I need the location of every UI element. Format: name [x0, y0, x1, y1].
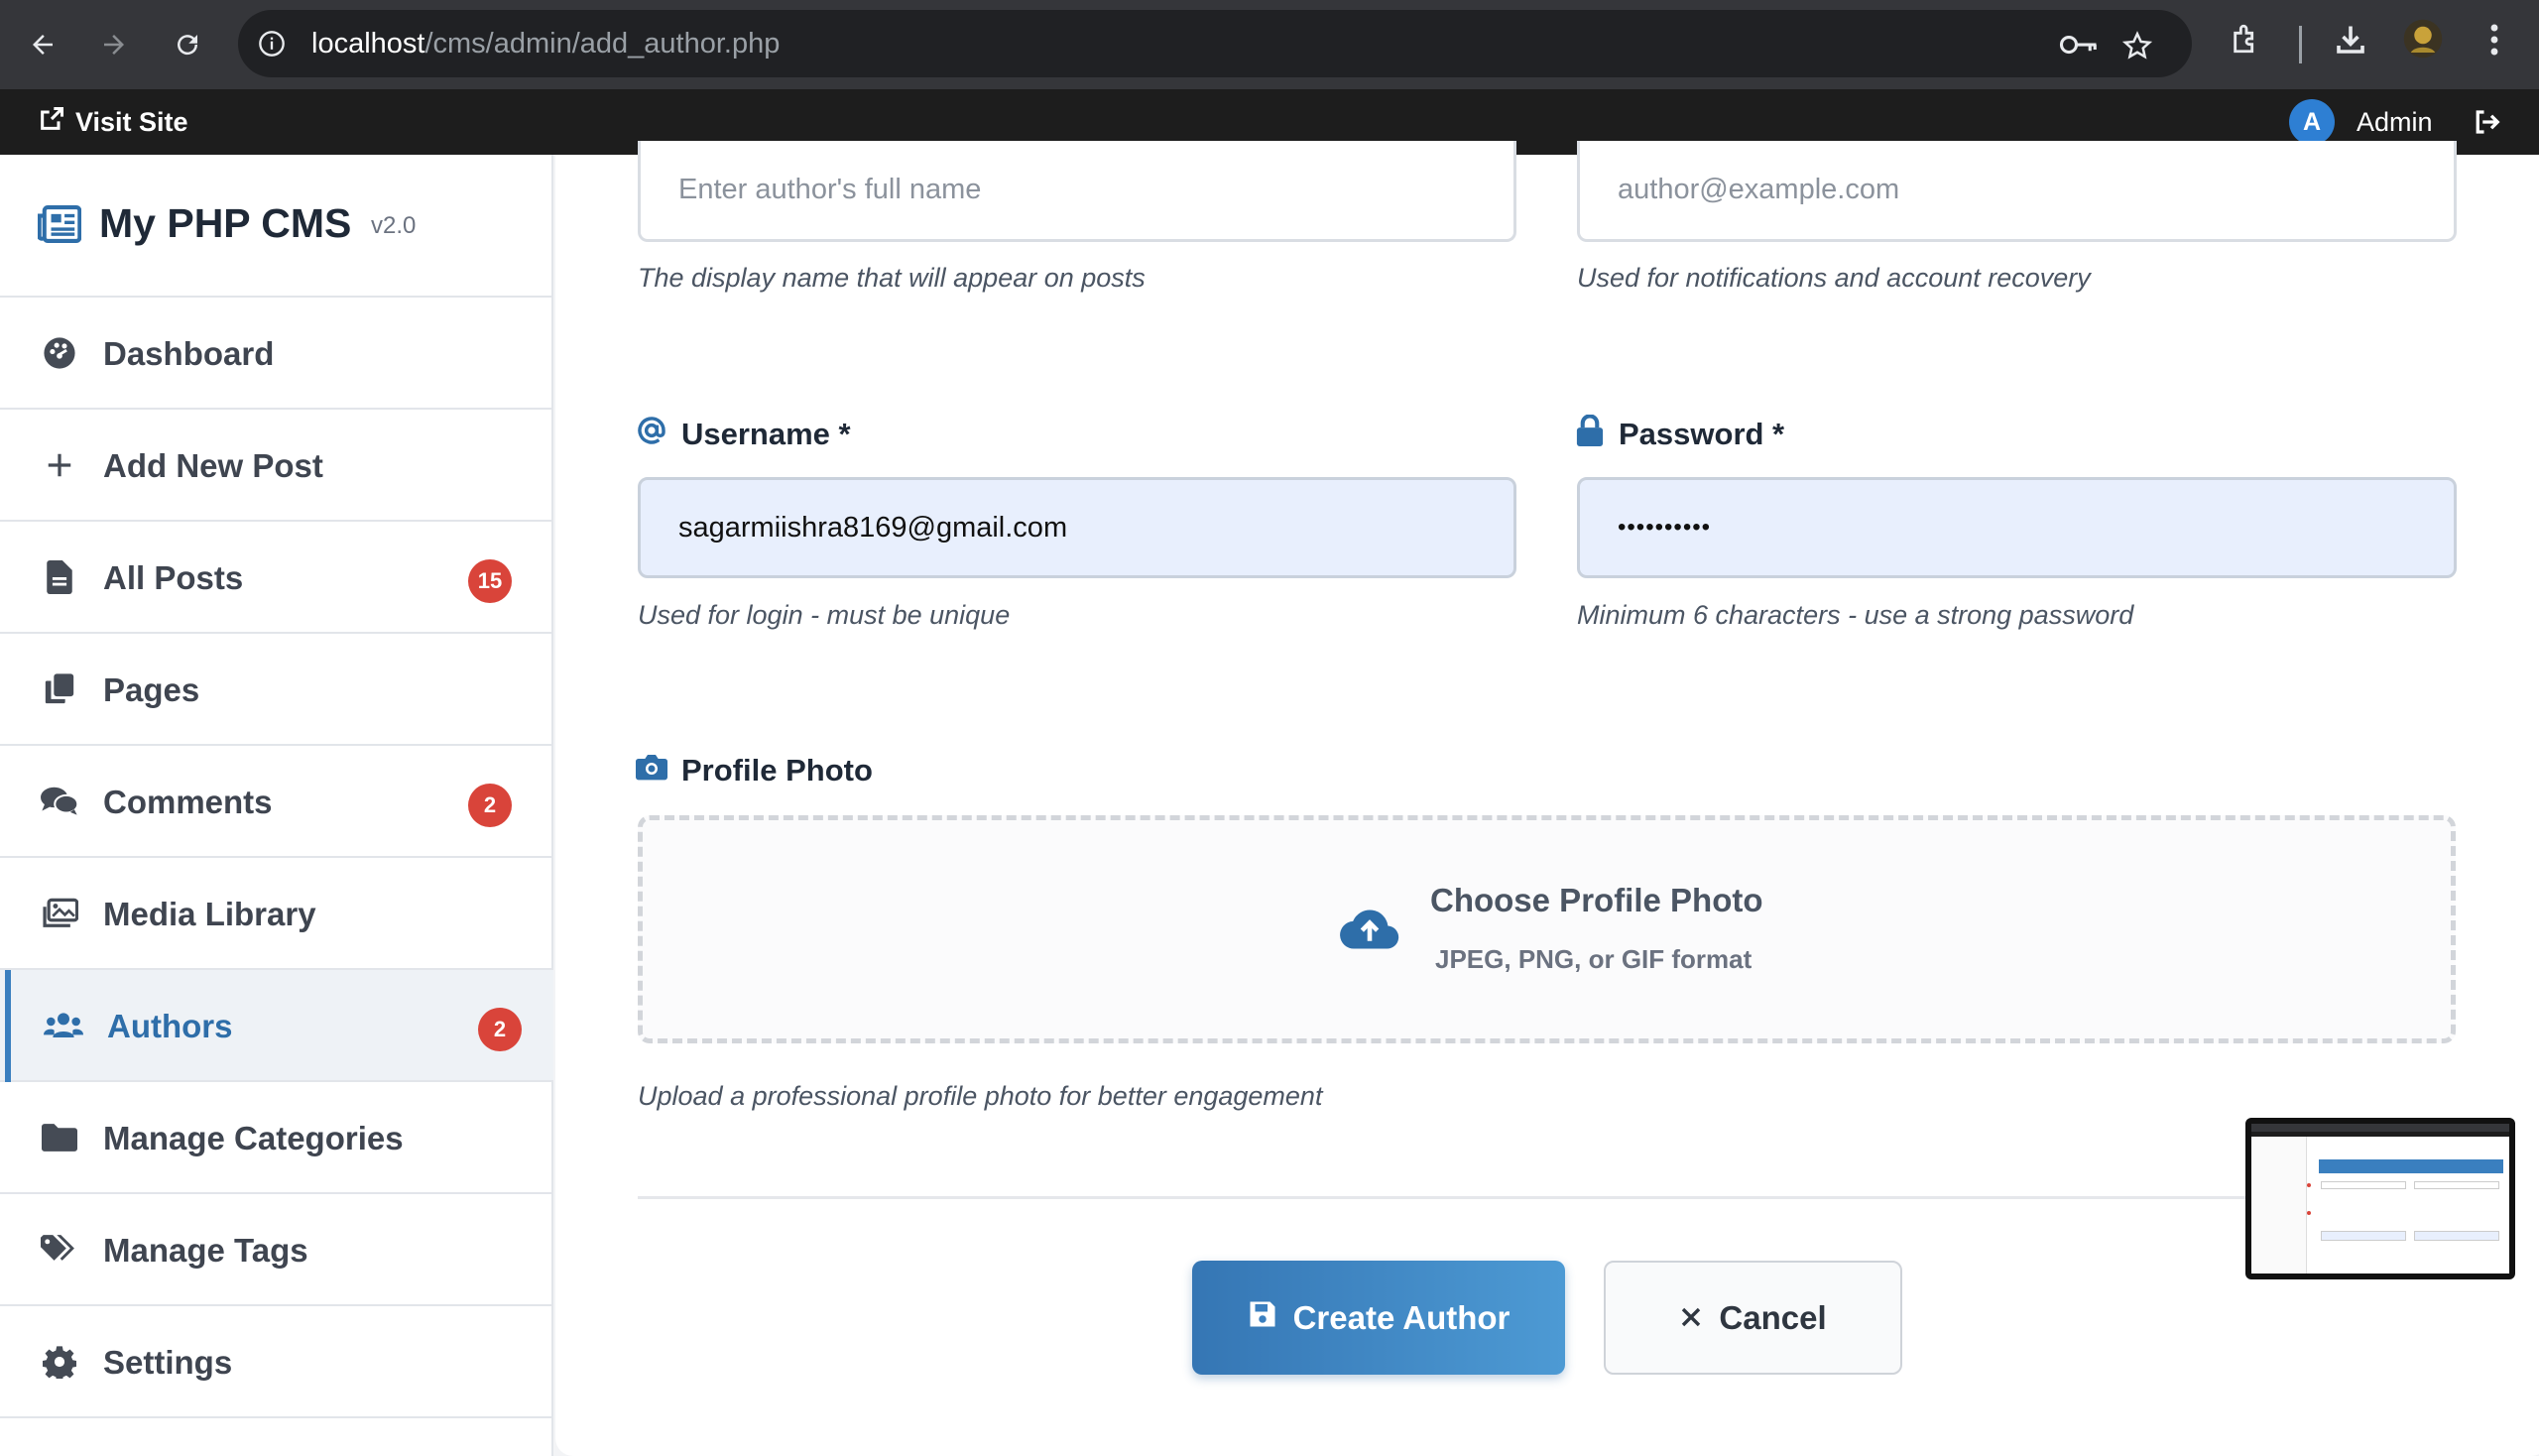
download-icon[interactable] [2333, 22, 2368, 62]
logout-icon[interactable] [2472, 107, 2501, 142]
username-help: Used for login - must be unique [638, 600, 1011, 630]
photo-help: Upload a professional profile photo for … [638, 1081, 1323, 1111]
full-name-field[interactable]: Enter author's full name [638, 141, 1516, 242]
close-icon [1679, 1299, 1703, 1337]
cancel-button[interactable]: Cancel [1604, 1261, 1902, 1375]
external-link-icon [38, 105, 65, 140]
extensions-icon[interactable] [2230, 22, 2263, 61]
kebab-menu-icon[interactable] [2483, 22, 2505, 62]
photo-dropzone[interactable] [638, 815, 2456, 1043]
save-icon [1248, 1299, 1277, 1337]
visit-site-label: Visit Site [75, 106, 188, 137]
reload-icon[interactable] [165, 22, 210, 67]
browser-toolbar: localhost/cms/admin/add_author.php [0, 0, 2539, 89]
url-text: localhost/cms/admin/add_author.php [311, 28, 781, 60]
username-field[interactable]: sagarmiishra8169@gmail.com [638, 477, 1516, 578]
camera-icon [636, 752, 667, 789]
choose-photo-title[interactable]: Choose Profile Photo [1430, 882, 1763, 919]
sidebar-item-authors[interactable]: Authors 2 [0, 970, 553, 1082]
folder-icon [40, 1118, 79, 1157]
sidebar-item-settings[interactable]: Settings [0, 1306, 553, 1418]
forward-arrow-icon[interactable] [91, 22, 137, 67]
photo-formats: JPEG, PNG, or GIF format [1435, 944, 1753, 974]
password-label: Password * [1575, 414, 1784, 454]
password-key-icon[interactable] [2059, 31, 2099, 63]
cloud-upload-icon [1339, 905, 1400, 955]
email-help: Used for notifications and account recov… [1577, 263, 2091, 293]
at-sign-icon [636, 415, 667, 454]
brand-name: My PHP CMS [99, 200, 352, 246]
sidebar-item-manage-categories[interactable]: Manage Categories [0, 1082, 553, 1194]
gear-icon [40, 1342, 79, 1382]
status-badge: 2 [468, 784, 512, 827]
screenshot-thumbnail[interactable] [2245, 1118, 2515, 1279]
back-arrow-icon[interactable] [20, 22, 65, 67]
tags-icon [40, 1230, 79, 1270]
sidebar-item-comments[interactable]: Comments 2 [0, 746, 553, 858]
profile-photo-label: Profile Photo [636, 752, 873, 789]
thumbnail-image [2251, 1124, 2509, 1274]
email-field[interactable]: author@example.com [1577, 141, 2457, 242]
username-label: Username * [636, 415, 851, 454]
palette-icon [40, 333, 79, 373]
sidebar: My PHP CMS v2.0 Dashboard Add New Post A… [0, 155, 553, 1456]
create-author-button[interactable]: Create Author [1192, 1261, 1565, 1375]
avatar[interactable]: A [2289, 99, 2335, 145]
file-icon [40, 557, 79, 597]
brand-version: v2.0 [371, 212, 417, 239]
password-field[interactable]: •••••••••• [1577, 477, 2457, 578]
sidebar-item-pages[interactable]: Pages [0, 634, 553, 746]
bookmark-star-icon[interactable] [2121, 31, 2153, 65]
status-badge: 15 [468, 559, 512, 603]
sidebar-item-add-new-post[interactable]: Add New Post [0, 410, 553, 522]
site-info-icon[interactable] [258, 30, 286, 62]
visit-site-link[interactable]: Visit Site [38, 89, 188, 155]
copy-icon [40, 669, 79, 709]
form-divider [638, 1196, 2443, 1199]
lock-icon [1575, 414, 1605, 454]
full-name-help: The display name that will appear on pos… [638, 263, 1146, 293]
brand[interactable]: My PHP CMS v2.0 [0, 155, 553, 298]
status-badge: 2 [478, 1008, 522, 1051]
sidebar-item-manage-tags[interactable]: Manage Tags [0, 1194, 553, 1306]
password-help: Minimum 6 characters - use a strong pass… [1577, 600, 2134, 630]
toolbar-separator [2299, 26, 2302, 63]
sidebar-item-all-posts[interactable]: All Posts 15 [0, 522, 553, 634]
comments-icon [40, 782, 79, 821]
users-icon [44, 1006, 83, 1045]
plus-icon [40, 445, 79, 485]
address-bar[interactable]: localhost/cms/admin/add_author.php [238, 10, 2192, 77]
images-icon [40, 894, 79, 933]
newspaper-icon [37, 204, 82, 249]
sidebar-item-media-library[interactable]: Media Library [0, 858, 553, 970]
sidebar-item-dashboard[interactable]: Dashboard [0, 298, 553, 410]
profile-avatar-icon[interactable] [2402, 18, 2444, 64]
